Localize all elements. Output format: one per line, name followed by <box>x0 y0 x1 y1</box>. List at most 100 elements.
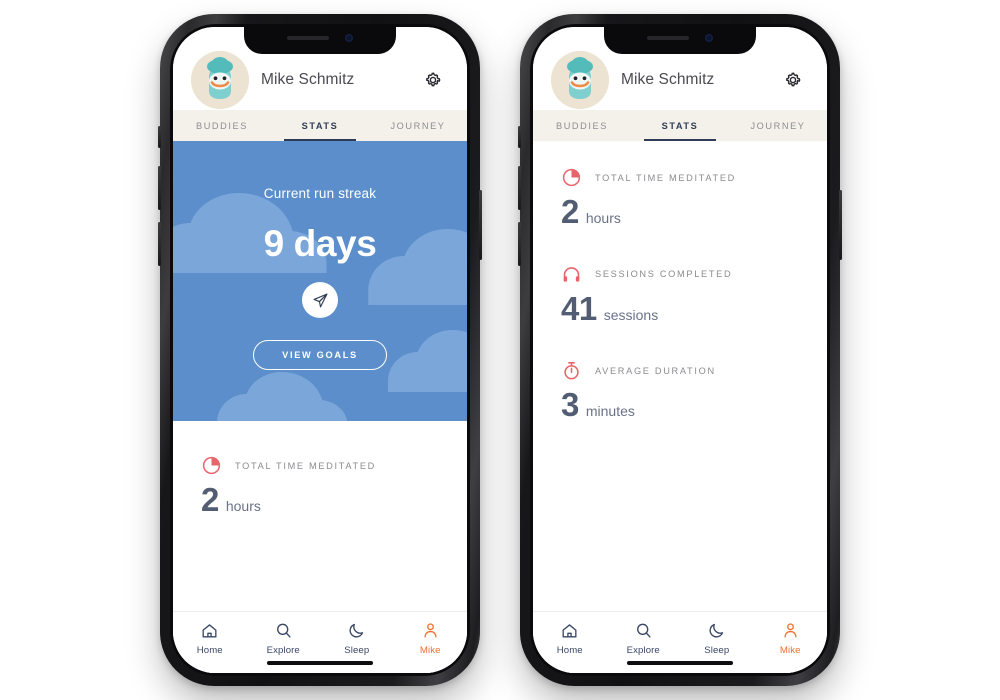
stat-unit: hours <box>585 210 621 226</box>
phone-mockup-right: Mike Schmitz BUDDIES STATS JOURNEY TOTAL… <box>518 14 842 686</box>
view-goals-button[interactable]: VIEW GOALS <box>253 340 387 370</box>
nav-item-sleep[interactable]: Sleep <box>680 621 754 656</box>
stat-value: 2 hours <box>201 481 439 518</box>
avatar[interactable] <box>551 50 609 109</box>
tab-stats[interactable]: STATS <box>271 110 369 142</box>
stat-row: AVERAGE DURATION 3 minutes <box>533 360 827 423</box>
person-icon <box>784 623 797 638</box>
stat-number: 2 <box>201 481 219 518</box>
settings-button[interactable] <box>421 68 445 92</box>
stat-value: 3 minutes <box>561 388 799 423</box>
stat-title: TOTAL TIME MEDITATED <box>595 172 737 183</box>
tab-stats[interactable]: STATS <box>631 110 729 142</box>
front-camera-icon <box>705 34 713 42</box>
front-camera-icon <box>345 34 353 42</box>
mute-switch[interactable] <box>518 126 521 148</box>
power-button[interactable] <box>479 190 482 260</box>
nav-item-explore[interactable]: Explore <box>607 621 681 656</box>
stat-unit: sessions <box>603 306 659 323</box>
nav-label: Mike <box>419 645 441 656</box>
nav-label: Home <box>196 645 223 656</box>
gear-icon <box>426 72 441 86</box>
tab-bar: BUDDIES STATS JOURNEY <box>533 110 827 142</box>
stats-list-right: TOTAL TIME MEDITATED 2 hours SESSIONS CO… <box>533 141 827 423</box>
nav-item-home[interactable]: Home <box>173 621 247 656</box>
pie-chart-icon <box>561 167 582 188</box>
nav-label: Explore <box>626 645 660 656</box>
tab-buddies[interactable]: BUDDIES <box>533 110 631 141</box>
avatar-monster-icon <box>551 50 609 109</box>
mute-switch[interactable] <box>158 126 161 148</box>
stats-list-left: TOTAL TIME MEDITATED 2 hours <box>173 421 467 518</box>
nav-item-explore[interactable]: Explore <box>247 621 321 656</box>
stats-content-right: TOTAL TIME MEDITATED 2 hours SESSIONS CO… <box>533 141 827 673</box>
home-icon <box>562 624 577 638</box>
volume-down-button[interactable] <box>158 222 161 266</box>
nav-item-sleep[interactable]: Sleep <box>320 621 394 656</box>
nav-label: Home <box>556 645 583 656</box>
moon-icon <box>349 623 364 638</box>
stat-value: 41 sessions <box>561 289 799 327</box>
stat-value: 2 hours <box>561 193 799 230</box>
stat-title: AVERAGE DURATION <box>595 365 716 376</box>
nav-label: Sleep <box>704 645 730 656</box>
stat-number: 41 <box>561 289 597 327</box>
power-button[interactable] <box>839 190 842 260</box>
person-icon <box>424 623 437 638</box>
stat-title: SESSIONS COMPLETED <box>595 269 733 280</box>
phone-notch <box>604 27 756 54</box>
pie-chart-icon <box>201 455 222 476</box>
streak-label: Current run streak <box>263 186 377 201</box>
stat-unit: minutes <box>585 403 635 420</box>
settings-button[interactable] <box>781 68 805 92</box>
screenshot-canvas: Mike Schmitz BUDDIES STATS JOURNEY Curre… <box>0 0 1000 700</box>
avatar[interactable] <box>191 50 249 109</box>
streak-hero-card: Current run streak 9 days VIEW GOALS <box>173 141 467 421</box>
volume-down-button[interactable] <box>518 222 521 266</box>
share-streak-button[interactable] <box>302 282 338 318</box>
nav-item-home[interactable]: Home <box>533 621 607 656</box>
gear-icon <box>786 72 801 86</box>
stat-row: TOTAL TIME MEDITATED 2 hours <box>533 167 827 230</box>
home-indicator[interactable] <box>267 661 373 665</box>
nav-item-mike[interactable]: Mike <box>394 621 468 656</box>
stat-row: SESSIONS COMPLETED 41 sessions <box>533 264 827 327</box>
avatar-monster-icon <box>191 50 249 109</box>
stopwatch-icon <box>561 360 582 381</box>
phone-notch <box>244 27 396 54</box>
stats-content-left: Current run streak 9 days VIEW GOALS TOT… <box>173 141 467 673</box>
nav-item-mike[interactable]: Mike <box>754 621 828 656</box>
stat-header: TOTAL TIME MEDITATED <box>561 167 799 188</box>
phone-mockup-left: Mike Schmitz BUDDIES STATS JOURNEY Curre… <box>158 14 482 686</box>
volume-up-button[interactable] <box>518 166 521 210</box>
tab-journey[interactable]: JOURNEY <box>729 110 827 141</box>
stat-row: TOTAL TIME MEDITATED 2 hours <box>173 455 467 518</box>
stat-header: AVERAGE DURATION <box>561 360 799 381</box>
search-icon <box>636 623 651 638</box>
tab-bar: BUDDIES STATS JOURNEY <box>173 110 467 142</box>
stat-number: 2 <box>561 193 579 230</box>
earpiece-speaker <box>287 36 329 40</box>
user-name: Mike Schmitz <box>621 70 715 88</box>
phone-screen-left: Mike Schmitz BUDDIES STATS JOURNEY Curre… <box>173 27 467 673</box>
stat-header: TOTAL TIME MEDITATED <box>201 455 439 476</box>
home-indicator[interactable] <box>627 661 733 665</box>
streak-value: 9 days <box>263 223 377 264</box>
stat-header: SESSIONS COMPLETED <box>561 264 799 285</box>
stat-number: 3 <box>561 386 579 424</box>
tab-journey[interactable]: JOURNEY <box>369 110 467 141</box>
home-icon <box>202 624 217 638</box>
headphones-icon <box>561 264 582 285</box>
tab-buddies[interactable]: BUDDIES <box>173 110 271 141</box>
moon-icon <box>709 623 724 638</box>
nav-label: Sleep <box>344 645 370 656</box>
volume-up-button[interactable] <box>158 166 161 210</box>
earpiece-speaker <box>647 36 689 40</box>
user-name: Mike Schmitz <box>261 70 355 88</box>
search-icon <box>276 623 291 638</box>
paper-plane-icon <box>313 293 327 307</box>
stat-title: TOTAL TIME MEDITATED <box>235 460 377 471</box>
phone-screen-right: Mike Schmitz BUDDIES STATS JOURNEY TOTAL… <box>533 27 827 673</box>
nav-label: Explore <box>266 645 300 656</box>
nav-label: Mike <box>779 645 801 656</box>
